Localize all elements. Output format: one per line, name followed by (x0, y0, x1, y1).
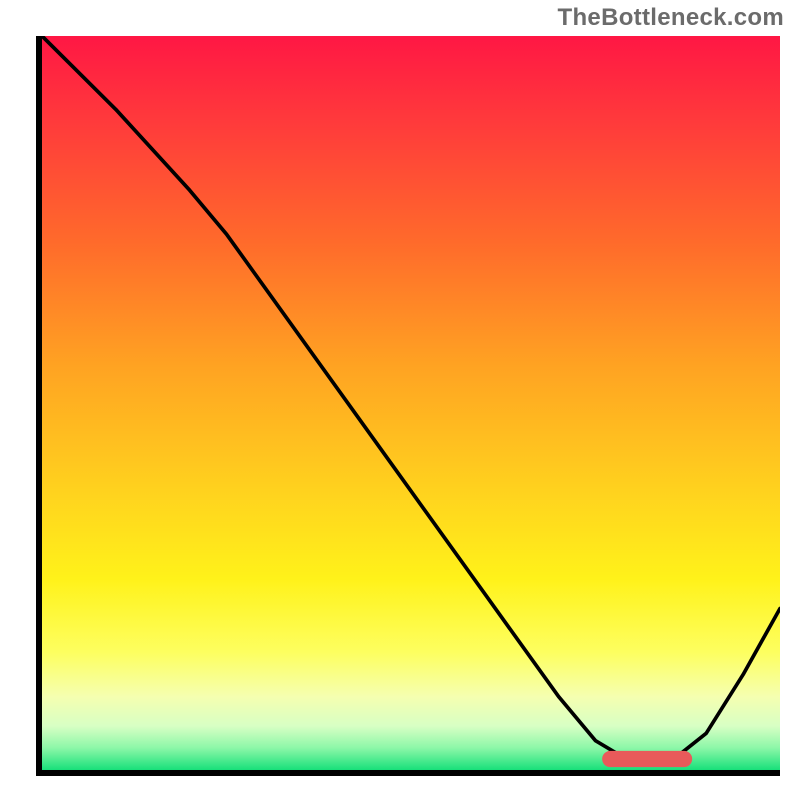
chart-overlay (42, 36, 780, 770)
chart-line-series (42, 36, 780, 763)
chart-axes-frame (36, 36, 780, 776)
chart-plot-area (42, 36, 780, 770)
watermark-text: TheBottleneck.com (558, 4, 784, 32)
page-root: TheBottleneck.com (0, 0, 800, 800)
